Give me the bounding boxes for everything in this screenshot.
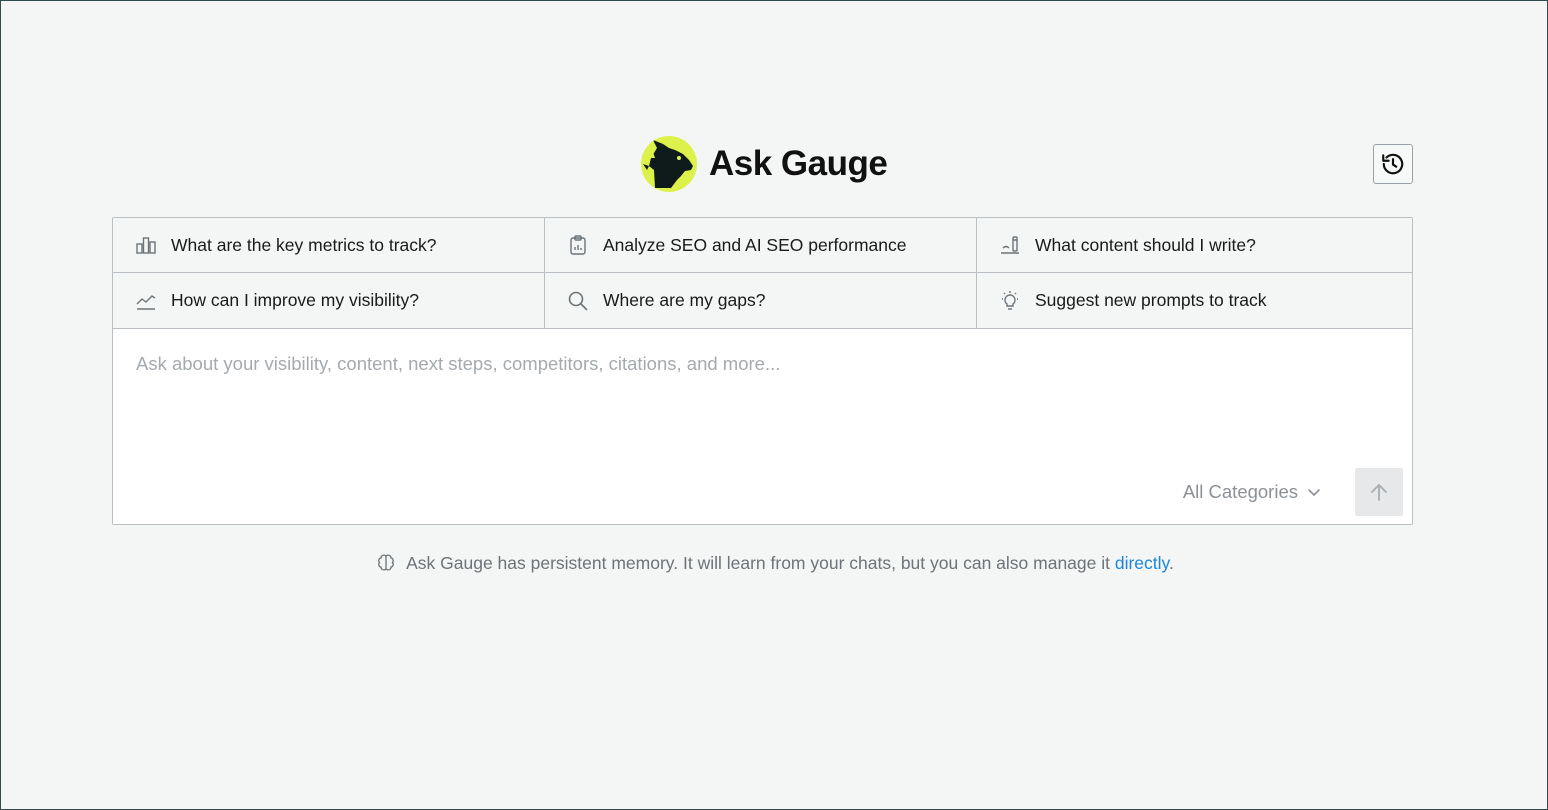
arrow-up-icon <box>1371 484 1387 501</box>
suggestion-analyze-seo[interactable]: Analyze SEO and AI SEO performance <box>545 218 977 273</box>
manage-memory-link[interactable]: directly <box>1115 553 1169 573</box>
trend-line-icon <box>135 290 157 312</box>
history-button[interactable] <box>1373 144 1413 184</box>
category-select-value: All Categories <box>1182 481 1298 502</box>
chevron-down-icon <box>1308 489 1320 496</box>
suggestion-label: Analyze SEO and AI SEO performance <box>603 234 907 255</box>
input-area: All Categories <box>113 329 1412 524</box>
suggestion-label: Where are my gaps? <box>603 290 766 310</box>
clipboard-chart-icon <box>567 234 589 256</box>
suggestion-label: Suggest new prompts to track <box>1035 290 1267 310</box>
history-clock-icon <box>1382 153 1404 175</box>
category-select[interactable]: All Categories <box>1183 479 1322 505</box>
send-button[interactable] <box>1355 468 1403 516</box>
suggestion-grid: What are the key metrics to track? Analy… <box>113 218 1412 329</box>
prompt-input[interactable] <box>113 329 1412 459</box>
page-title: Ask Gauge <box>709 144 888 183</box>
suggestion-gaps[interactable]: Where are my gaps? <box>545 273 977 328</box>
suggestion-visibility[interactable]: How can I improve my visibility? <box>113 273 545 328</box>
app-window: Ask Gauge What are the key metrics to tr… <box>0 0 1548 810</box>
writing-icon <box>999 234 1021 256</box>
lightbulb-icon <box>999 290 1021 312</box>
suggestion-label: How can I improve my visibility? <box>171 290 419 310</box>
suggestion-new-prompts[interactable]: Suggest new prompts to track <box>977 273 1412 328</box>
suggestion-label: What are the key metrics to track? <box>171 234 437 255</box>
chat-panel: What are the key metrics to track? Analy… <box>112 217 1413 525</box>
suggestion-label: What content should I write? <box>1035 234 1256 255</box>
suggestion-key-metrics[interactable]: What are the key metrics to track? <box>113 218 545 273</box>
dog-head-logo-icon <box>641 136 697 192</box>
search-icon <box>567 290 589 312</box>
memory-note-trailing: . <box>1169 552 1174 573</box>
header: Ask Gauge <box>1 135 1548 195</box>
suggestion-content[interactable]: What content should I write? <box>977 218 1412 273</box>
bar-chart-icon <box>135 234 157 256</box>
brand: Ask Gauge <box>641 135 888 193</box>
memory-note-text: Ask Gauge has persistent memory. It will… <box>406 552 1115 573</box>
brain-icon <box>378 554 394 571</box>
memory-note: Ask Gauge has persistent memory. It will… <box>1 550 1548 576</box>
